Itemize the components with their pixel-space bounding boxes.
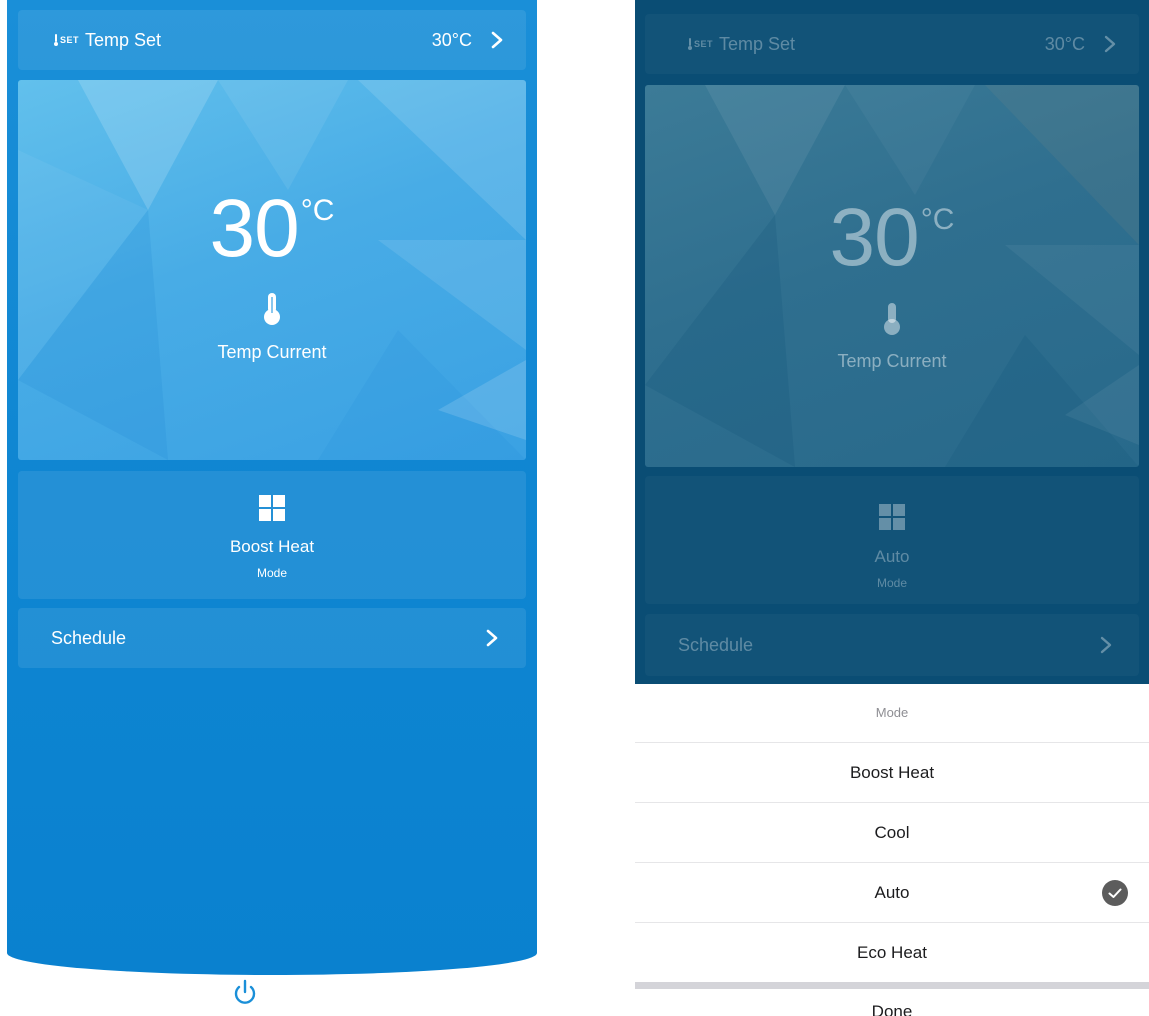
- mode-button: Auto Mode: [645, 476, 1139, 604]
- chevron-right-icon: [491, 31, 503, 49]
- chevron-right-icon: [1104, 35, 1116, 53]
- grid-four-squares-icon: [879, 504, 905, 530]
- mode-button[interactable]: Boost Heat Mode: [18, 471, 526, 599]
- mode-option-auto[interactable]: Auto: [635, 863, 1149, 923]
- schedule-label: Schedule: [678, 634, 754, 655]
- mode-option-cool[interactable]: Cool: [635, 803, 1149, 863]
- mode-value: Auto: [874, 547, 910, 566]
- temp-current-label: Temp Current: [217, 342, 327, 362]
- mode-label: Mode: [876, 576, 908, 590]
- thermostat-screen: SET Temp Set 30°C 30°C Temp Current Boos…: [7, 0, 537, 1016]
- temp-set-row: SET Temp Set 30°C: [645, 14, 1139, 74]
- current-temp-display: 30°C: [209, 183, 335, 274]
- temp-set-label: Temp Set: [85, 29, 162, 50]
- schedule-row[interactable]: Schedule: [18, 608, 526, 668]
- sheet-title: Mode: [635, 684, 1149, 743]
- temp-current-label: Temp Current: [837, 351, 947, 371]
- mode-action-sheet: Mode Boost Heat Cool Auto Eco Heat Done: [635, 684, 1149, 1016]
- checkmark-circle-icon: [1102, 880, 1128, 906]
- thermometer-icon: [264, 293, 280, 325]
- temp-set-row[interactable]: SET Temp Set 30°C: [18, 10, 526, 70]
- power-icon[interactable]: [232, 978, 258, 1008]
- mode-label: Mode: [256, 566, 288, 580]
- option-label: Eco Heat: [857, 943, 927, 962]
- chevron-right-icon: [486, 629, 498, 647]
- temp-set-value: 30°C: [431, 29, 472, 50]
- option-label: Auto: [874, 883, 910, 902]
- current-temp-display: 30°C: [829, 192, 955, 283]
- mode-option-boost-heat[interactable]: Boost Heat: [635, 743, 1149, 803]
- current-temp-panel: 30°C Temp Current: [18, 80, 526, 460]
- temp-set-value: 30°C: [1044, 33, 1085, 54]
- mode-option-eco-heat[interactable]: Eco Heat: [635, 923, 1149, 982]
- option-label: Cool: [874, 823, 910, 842]
- thermometer-icon: [884, 303, 900, 335]
- schedule-row: Schedule: [645, 614, 1139, 676]
- mode-picker-screen: SET Temp Set 30°C 30°C Temp Current Auto…: [635, 0, 1149, 1016]
- mode-option-list: Boost Heat Cool Auto Eco Heat: [635, 743, 1149, 982]
- thermometer-set-icon: SET: [54, 34, 79, 46]
- temp-set-label: Temp Set: [719, 33, 796, 54]
- mode-value: Boost Heat: [229, 537, 315, 556]
- thermometer-set-icon: SET: [688, 38, 713, 50]
- chevron-right-icon: [1100, 636, 1112, 654]
- current-temp-panel: 30°C Temp Current: [645, 85, 1139, 467]
- sheet-divider: [635, 982, 1149, 989]
- grid-four-squares-icon: [259, 495, 285, 521]
- schedule-label: Schedule: [51, 627, 127, 648]
- option-label: Boost Heat: [849, 763, 935, 782]
- done-button[interactable]: Done: [635, 989, 1149, 1016]
